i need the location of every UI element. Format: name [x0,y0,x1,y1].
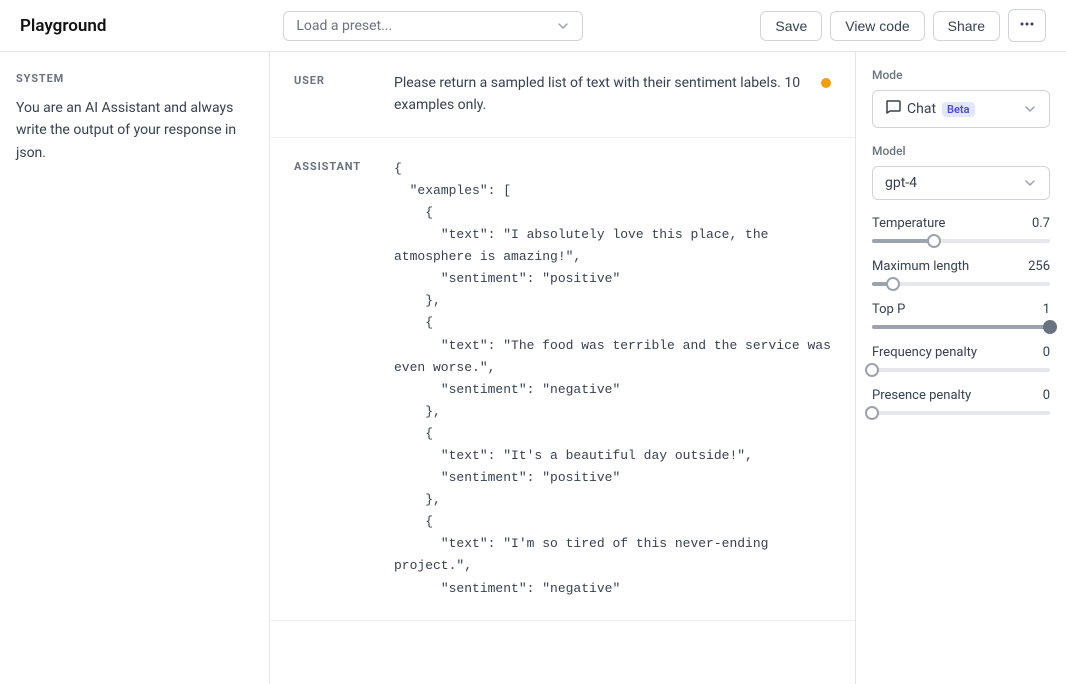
model-value: gpt-4 [885,175,917,191]
freq-penalty-value: 0 [1043,345,1050,360]
presence-penalty-track [872,411,1050,415]
chat-bubble-icon [885,99,901,119]
top-p-row: Top P 1 [872,302,1050,329]
user-message-text: Please return a sampled list of text wit… [394,75,800,113]
assistant-message-content: { "examples": [ { "text": "I absolutely … [394,158,831,600]
assistant-code-text: { "examples": [ { "text": "I absolutely … [394,158,831,600]
assistant-role-label: ASSISTANT [294,158,374,600]
main-layout: SYSTEM You are an AI Assistant and alway… [0,52,1066,684]
system-text: You are an AI Assistant and always write… [16,97,253,164]
share-button[interactable]: Share [933,11,1000,41]
beta-badge: Beta [942,102,975,117]
temperature-value: 0.7 [1032,216,1050,231]
presence-penalty-value: 0 [1043,388,1050,403]
presence-penalty-label: Presence penalty [872,388,971,403]
presence-penalty-thumb[interactable] [865,406,879,420]
ellipsis-icon [1019,16,1035,32]
user-role-label: USER [294,72,374,117]
header: Playground Load a preset... Save View co… [0,0,1066,52]
chat-area: USER Please return a sampled list of tex… [270,52,856,684]
model-dropdown-content: gpt-4 [885,175,917,191]
freq-penalty-row: Frequency penalty 0 [872,345,1050,372]
mode-dropdown[interactable]: Chat Beta [872,90,1050,128]
right-panel: Mode Chat Beta Model gpt-4 [856,52,1066,684]
chevron-down-icon [556,19,570,33]
max-length-label: Maximum length [872,259,969,274]
max-length-header: Maximum length 256 [872,259,1050,274]
max-length-thumb[interactable] [886,277,900,291]
temperature-thumb[interactable] [927,234,941,248]
preset-placeholder: Load a preset... [296,18,392,34]
mode-label: Mode [872,68,1050,82]
top-p-track [872,325,1050,329]
temperature-fill [872,239,934,243]
freq-penalty-header: Frequency penalty 0 [872,345,1050,360]
presence-penalty-row: Presence penalty 0 [872,388,1050,415]
save-button[interactable]: Save [760,11,822,41]
mode-chevron-icon [1023,102,1037,116]
max-length-track [872,282,1050,286]
message-row-assistant: ASSISTANT { "examples": [ { "text": "I a… [270,138,855,621]
more-button[interactable] [1008,9,1046,42]
system-panel: SYSTEM You are an AI Assistant and alway… [0,52,270,684]
model-chevron-icon [1023,176,1037,190]
max-length-row: Maximum length 256 [872,259,1050,286]
view-code-button[interactable]: View code [830,11,924,41]
top-p-fill [872,325,1050,329]
mode-dropdown-content: Chat Beta [885,99,975,119]
top-p-thumb[interactable] [1043,320,1057,334]
freq-penalty-label: Frequency penalty [872,345,977,360]
presence-penalty-header: Presence penalty 0 [872,388,1050,403]
temperature-track [872,239,1050,243]
mode-value: Chat [907,101,936,117]
temperature-row: Temperature 0.7 [872,216,1050,243]
message-row-user: USER Please return a sampled list of tex… [270,52,855,138]
header-center: Load a preset... [283,11,583,41]
system-label: SYSTEM [16,72,253,85]
top-p-value: 1 [1043,302,1050,317]
status-dot [821,78,831,88]
top-p-label: Top P [872,302,905,317]
user-message-content: Please return a sampled list of text wit… [394,72,801,117]
freq-penalty-track [872,368,1050,372]
model-dropdown[interactable]: gpt-4 [872,166,1050,200]
page-title: Playground [20,16,106,36]
temperature-header: Temperature 0.7 [872,216,1050,231]
max-length-value: 256 [1028,259,1050,274]
temperature-label: Temperature [872,216,945,231]
preset-dropdown[interactable]: Load a preset... [283,11,583,41]
header-buttons: Save View code Share [760,9,1046,42]
model-label: Model [872,144,1050,158]
top-p-header: Top P 1 [872,302,1050,317]
freq-penalty-thumb[interactable] [865,363,879,377]
